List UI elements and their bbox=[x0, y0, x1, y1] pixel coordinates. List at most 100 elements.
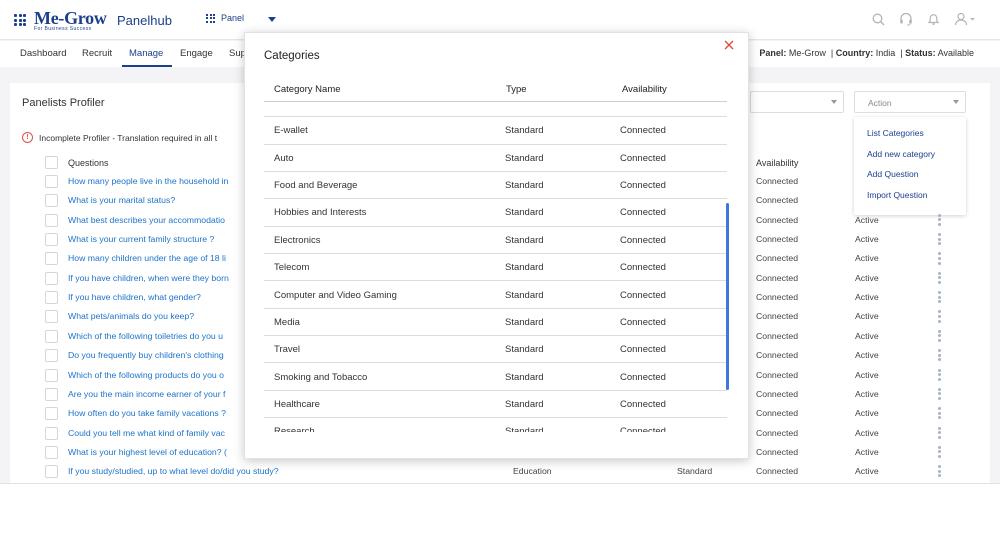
kebab-menu-icon[interactable] bbox=[938, 310, 942, 323]
question-link[interactable]: What is your highest level of education?… bbox=[68, 447, 227, 457]
category-row[interactable]: Auto Standard Connected bbox=[264, 145, 727, 173]
question-link[interactable]: How often do you take family vacations ? bbox=[68, 408, 226, 418]
question-availability: Connected bbox=[756, 214, 799, 225]
bell-icon[interactable] bbox=[927, 12, 940, 26]
row-checkbox[interactable] bbox=[45, 252, 58, 266]
question-link[interactable]: If you study/studied, up to what level d… bbox=[68, 466, 279, 476]
row-checkbox[interactable] bbox=[45, 465, 58, 479]
row-checkbox[interactable] bbox=[45, 445, 58, 459]
question-link[interactable]: What is your current family structure ? bbox=[68, 234, 214, 244]
logo[interactable]: Me-Grow For Business Success bbox=[34, 8, 107, 32]
row-checkbox[interactable] bbox=[45, 349, 58, 363]
row-checkbox[interactable] bbox=[45, 194, 58, 208]
row-checkbox[interactable] bbox=[45, 310, 58, 324]
apps-grid-icon[interactable] bbox=[14, 14, 26, 26]
category-row[interactable]: Hobbies and Interests Standard Connected bbox=[264, 199, 727, 227]
category-row[interactable]: Healthcare Standard Connected bbox=[264, 391, 727, 419]
nav-recruit[interactable]: Recruit bbox=[82, 48, 112, 59]
category-type: Standard bbox=[505, 289, 544, 301]
row-checkbox[interactable] bbox=[45, 291, 58, 305]
question-availability: Connected bbox=[756, 253, 799, 264]
category-row[interactable]: Food and Beverage Standard Connected bbox=[264, 172, 727, 200]
category-row[interactable]: Telecom Standard Connected bbox=[264, 254, 727, 282]
question-link[interactable]: Are you the main income earner of your f bbox=[68, 389, 225, 399]
category-row-partial bbox=[264, 102, 727, 118]
page-title: Panelists Profiler bbox=[22, 97, 105, 109]
nav-dashboard[interactable]: Dashboard bbox=[20, 48, 66, 59]
question-status: Active bbox=[855, 272, 879, 283]
kebab-menu-icon[interactable] bbox=[938, 465, 942, 478]
scrollbar-thumb[interactable] bbox=[726, 203, 729, 390]
nav-engage[interactable]: Engage bbox=[180, 48, 213, 59]
question-link[interactable]: Do you frequently buy children's clothin… bbox=[68, 350, 224, 360]
row-checkbox[interactable] bbox=[45, 407, 58, 421]
category-name: Media bbox=[274, 316, 300, 328]
row-checkbox[interactable] bbox=[45, 368, 58, 382]
kebab-menu-icon[interactable] bbox=[938, 387, 942, 401]
row-checkbox[interactable] bbox=[45, 213, 58, 227]
kebab-menu-icon[interactable] bbox=[938, 233, 942, 246]
question-status: Active bbox=[855, 408, 879, 419]
search-icon[interactable] bbox=[872, 13, 885, 26]
col-questions: Questions bbox=[68, 158, 109, 168]
question-status: Active bbox=[855, 446, 879, 457]
kebab-menu-icon[interactable] bbox=[938, 407, 942, 420]
category-row[interactable]: Media Standard Connected bbox=[264, 309, 727, 337]
question-link[interactable]: How many children under the age of 18 li bbox=[68, 253, 226, 263]
kebab-menu-icon[interactable] bbox=[938, 349, 942, 362]
kebab-menu-icon[interactable] bbox=[938, 291, 942, 304]
question-link[interactable]: Could you tell me what kind of family va… bbox=[68, 428, 225, 438]
kebab-menu-icon[interactable] bbox=[938, 271, 942, 284]
panel-info: Panel: Me-Grow | Country: India | Status… bbox=[759, 48, 974, 58]
question-link[interactable]: If you have children, what gender? bbox=[68, 292, 201, 302]
country-key: Country: bbox=[835, 48, 874, 58]
row-checkbox[interactable] bbox=[45, 271, 58, 285]
question-link[interactable]: What best describes your accommodatio bbox=[68, 215, 225, 225]
kebab-menu-icon[interactable] bbox=[938, 329, 942, 342]
select-all-checkbox[interactable] bbox=[45, 156, 58, 169]
kebab-menu-icon[interactable] bbox=[938, 445, 942, 459]
category-row[interactable]: E-wallet Standard Connected bbox=[264, 117, 727, 145]
filter-select[interactable] bbox=[750, 91, 844, 113]
row-checkbox[interactable] bbox=[45, 233, 58, 247]
kebab-menu-icon[interactable] bbox=[938, 426, 942, 439]
kebab-menu-icon[interactable] bbox=[938, 368, 942, 381]
user-icon[interactable] bbox=[954, 12, 976, 26]
category-name: Computer and Video Gaming bbox=[274, 289, 397, 301]
question-link[interactable]: How many people live in the household in bbox=[68, 176, 228, 186]
close-icon[interactable] bbox=[722, 38, 736, 52]
question-link[interactable]: If you have children, when were they bor… bbox=[68, 273, 229, 283]
category-row[interactable]: Computer and Video Gaming Standard Connect… bbox=[264, 282, 727, 309]
categories-list[interactable]: E-wallet Standard Connected Auto Standard Con… bbox=[264, 102, 729, 432]
menu-import-question[interactable]: Import Question bbox=[867, 190, 927, 200]
row-checkbox[interactable] bbox=[45, 387, 58, 401]
chevron-down-icon[interactable] bbox=[268, 17, 276, 22]
nav-manage[interactable]: Manage bbox=[129, 48, 163, 59]
row-checkbox[interactable] bbox=[45, 175, 58, 188]
action-label: Action bbox=[868, 98, 892, 108]
action-dropdown[interactable]: Action bbox=[854, 91, 966, 113]
kebab-menu-icon[interactable] bbox=[938, 213, 942, 226]
question-link[interactable]: Which of the following products do you o bbox=[68, 370, 224, 380]
scrollbar-track[interactable] bbox=[726, 102, 730, 432]
menu-list-categories[interactable]: List Categories bbox=[867, 128, 924, 138]
category-row[interactable]: Electronics Standard Connected bbox=[264, 227, 727, 255]
question-link[interactable]: What is your marital status? bbox=[68, 195, 175, 205]
category-row[interactable]: Research Standard Connected bbox=[264, 418, 727, 432]
row-checkbox[interactable] bbox=[45, 426, 58, 440]
menu-add-category[interactable]: Add new category bbox=[867, 149, 935, 159]
question-link[interactable]: What pets/animals do you keep? bbox=[68, 311, 194, 321]
category-row[interactable]: Travel Standard Connected bbox=[264, 336, 727, 364]
headset-icon[interactable] bbox=[899, 12, 913, 26]
menu-add-question[interactable]: Add Question bbox=[867, 169, 919, 179]
kebab-menu-icon[interactable] bbox=[938, 252, 942, 265]
question-status: Active bbox=[855, 369, 879, 380]
col-category-name: Category Name bbox=[274, 84, 341, 95]
panel-switcher[interactable]: Panel bbox=[206, 13, 244, 23]
question-status: Active bbox=[855, 388, 879, 399]
category-row[interactable]: Smoking and Tobacco Standard Connected bbox=[264, 364, 727, 391]
question-link[interactable]: Which of the following toiletries do you… bbox=[68, 331, 223, 341]
panel-value: Me-Grow bbox=[788, 48, 826, 58]
incomplete-warning: ! Incomplete Profiler - Translation requ… bbox=[22, 132, 217, 143]
row-checkbox[interactable] bbox=[45, 329, 58, 343]
